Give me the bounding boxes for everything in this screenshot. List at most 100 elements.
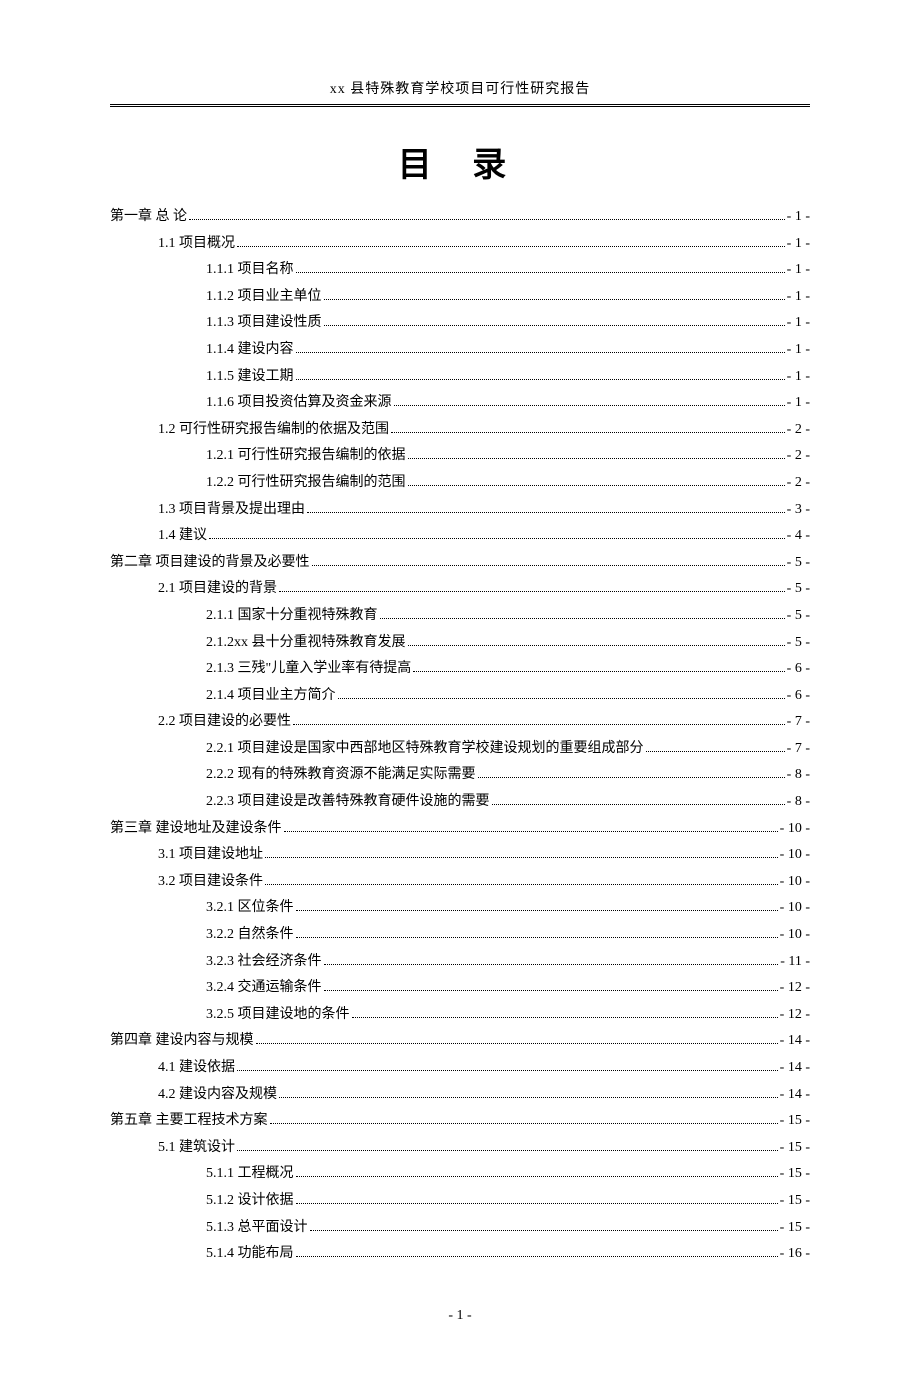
toc-entry-page: - 10 -	[780, 922, 810, 949]
toc-entry-label: 3.1 项目建设地址	[158, 842, 263, 869]
toc-entry-label: 1.1.5 建设工期	[206, 364, 294, 391]
toc-entry-label: 2.1.3 三残"儿童入学业率有待提高	[206, 656, 411, 683]
toc-entry-label: 3.2.4 交通运输条件	[206, 975, 322, 1002]
toc-leader-dots	[237, 1150, 778, 1151]
toc-entry-page: - 10 -	[780, 842, 810, 869]
toc-entry-page: - 15 -	[780, 1188, 810, 1215]
toc-entry-page: - 5 -	[787, 550, 810, 577]
toc-leader-dots	[279, 591, 785, 592]
toc-entry-label: 1.1.2 项目业主单位	[206, 284, 322, 311]
toc-entry-page: - 8 -	[787, 789, 810, 816]
toc-entry: 5.1.3 总平面设计 - 15 -	[110, 1215, 810, 1242]
toc-leader-dots	[296, 1176, 778, 1177]
toc-leader-dots	[296, 272, 785, 273]
toc-leader-dots	[296, 1256, 778, 1257]
toc-entry: 4.2 建设内容及规模 - 14 -	[110, 1082, 810, 1109]
toc-entry-label: 1.1.3 项目建设性质	[206, 310, 322, 337]
toc-entry-page: - 15 -	[780, 1108, 810, 1135]
toc-entry-page: - 5 -	[787, 576, 810, 603]
toc-entry-page: - 14 -	[780, 1082, 810, 1109]
toc-entry-page: - 1 -	[787, 257, 810, 284]
toc-entry-label: 3.2.5 项目建设地的条件	[206, 1002, 350, 1029]
toc-entry: 5.1.2 设计依据- 15 -	[110, 1188, 810, 1215]
toc-leader-dots	[394, 405, 785, 406]
toc-entry-label: 第二章 项目建设的背景及必要性	[110, 550, 310, 577]
toc-entry: 2.1.1 国家十分重视特殊教育 - 5 -	[110, 603, 810, 630]
toc-entry: 1.1.5 建设工期 - 1 -	[110, 364, 810, 391]
toc-entry: 3.2.3 社会经济条件- 11 -	[110, 949, 810, 976]
toc-entry-label: 4.2 建设内容及规模	[158, 1082, 277, 1109]
toc-entry-label: 1.1.4 建设内容	[206, 337, 294, 364]
toc-entry-label: 2.2.1 项目建设是国家中西部地区特殊教育学校建设规划的重要组成部分	[206, 736, 644, 763]
toc-entry-page: - 5 -	[787, 603, 810, 630]
toc-entry-label: 1.1 项目概况	[158, 231, 235, 258]
toc-leader-dots	[324, 325, 785, 326]
toc-leader-dots	[279, 1097, 778, 1098]
toc-entry: 2.2.2 现有的特殊教育资源不能满足实际需要- 8 -	[110, 762, 810, 789]
toc-leader-dots	[408, 458, 785, 459]
toc-leader-dots	[265, 857, 778, 858]
toc-entry: 1.2.1 可行性研究报告编制的依据- 2 -	[110, 443, 810, 470]
toc-entry: 1.1.4 建设内容 - 1 -	[110, 337, 810, 364]
toc-entry-label: 4.1 建设依据	[158, 1055, 235, 1082]
toc-entry: 3.2 项目建设条件- 10 -	[110, 869, 810, 896]
toc-entry-label: 第一章 总 论	[110, 204, 187, 231]
toc-entry-label: 5.1.3 总平面设计	[206, 1215, 308, 1242]
toc-leader-dots	[296, 379, 785, 380]
toc-leader-dots	[296, 352, 785, 353]
table-of-contents: 第一章 总 论 - 1 - 1.1 项目概况 - 1 - 1.1.1 项目名称 - 1 -…	[110, 204, 810, 1268]
toc-entry-label: 2.2.2 现有的特殊教育资源不能满足实际需要	[206, 762, 476, 789]
toc-leader-dots	[296, 1203, 778, 1204]
toc-entry-page: - 2 -	[787, 443, 810, 470]
toc-entry-label: 5.1.4 功能布局	[206, 1241, 294, 1268]
toc-entry-page: - 10 -	[780, 816, 810, 843]
toc-entry-label: 2.1.1 国家十分重视特殊教育	[206, 603, 378, 630]
toc-entry-label: 3.2.2 自然条件	[206, 922, 294, 949]
toc-entry: 2.2 项目建设的必要性- 7 -	[110, 709, 810, 736]
toc-entry-page: - 6 -	[787, 656, 810, 683]
toc-entry: 5.1.1 工程概况- 15 -	[110, 1161, 810, 1188]
toc-entry-page: - 15 -	[780, 1135, 810, 1162]
toc-leader-dots	[324, 990, 778, 991]
toc-leader-dots	[256, 1043, 778, 1044]
toc-entry-page: - 1 -	[787, 231, 810, 258]
toc-entry: 1.3 项目背景及提出理由- 3 -	[110, 497, 810, 524]
toc-entry: 3.2.1 区位条件- 10 -	[110, 895, 810, 922]
toc-entry: 3.2.4 交通运输条件 - 12 -	[110, 975, 810, 1002]
toc-entry-label: 5.1 建筑设计	[158, 1135, 235, 1162]
toc-entry-label: 第五章 主要工程技术方案	[110, 1108, 268, 1135]
toc-entry-page: - 10 -	[780, 895, 810, 922]
toc-entry: 1.1.3 项目建设性质- 1 -	[110, 310, 810, 337]
toc-leader-dots	[237, 246, 785, 247]
toc-leader-dots	[296, 937, 778, 938]
toc-title: 目 录	[110, 137, 810, 186]
toc-entry-label: 1.2 可行性研究报告编制的依据及范围	[158, 417, 389, 444]
toc-entry-label: 1.1.6 项目投资估算及资金来源	[206, 390, 392, 417]
toc-entry-label: 1.3 项目背景及提出理由	[158, 497, 305, 524]
toc-entry-label: 第四章 建设内容与规模	[110, 1028, 254, 1055]
toc-leader-dots	[209, 538, 785, 539]
toc-entry-page: - 12 -	[780, 975, 810, 1002]
toc-entry: 5.1 建筑设计 - 15 -	[110, 1135, 810, 1162]
toc-entry-page: - 15 -	[780, 1215, 810, 1242]
toc-entry: 第三章 建设地址及建设条件- 10 -	[110, 816, 810, 843]
toc-entry: 4.1 建设依据 - 14 -	[110, 1055, 810, 1082]
toc-entry-label: 2.2.3 项目建设是改善特殊教育硬件设施的需要	[206, 789, 490, 816]
toc-entry-page: - 1 -	[787, 364, 810, 391]
toc-leader-dots	[408, 645, 785, 646]
toc-entry-page: - 1 -	[787, 337, 810, 364]
toc-entry-page: - 1 -	[787, 284, 810, 311]
toc-entry-label: 1.1.1 项目名称	[206, 257, 294, 284]
toc-entry: 2.2.3 项目建设是改善特殊教育硬件设施的需要 - 8 -	[110, 789, 810, 816]
toc-entry: 第五章 主要工程技术方案 - 15 -	[110, 1108, 810, 1135]
toc-entry-page: - 7 -	[787, 736, 810, 763]
toc-leader-dots	[310, 1230, 778, 1231]
toc-entry-page: - 5 -	[787, 630, 810, 657]
toc-leader-dots	[352, 1017, 778, 1018]
toc-leader-dots	[189, 219, 785, 220]
toc-leader-dots	[646, 751, 785, 752]
toc-entry-label: 3.2.3 社会经济条件	[206, 949, 322, 976]
toc-entry-page: - 14 -	[780, 1055, 810, 1082]
toc-entry-label: 2.2 项目建设的必要性	[158, 709, 291, 736]
toc-leader-dots	[413, 671, 784, 672]
